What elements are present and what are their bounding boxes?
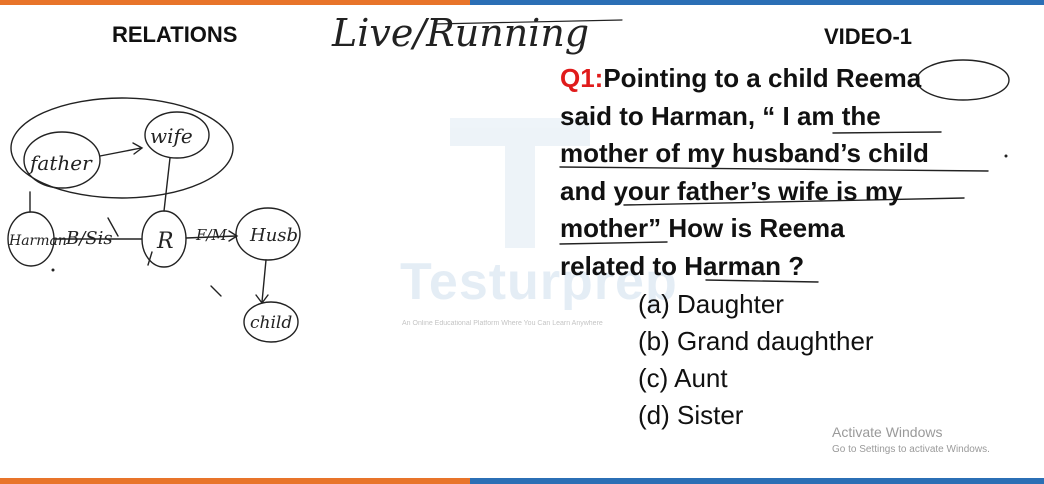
question-text-1: Pointing to a child Reema — [603, 63, 922, 93]
question-line-4: and your father’s wife is my — [560, 175, 903, 206]
question-line-5: mother” How is Reema — [560, 213, 845, 243]
label-harman: Harman — [8, 233, 67, 249]
question-line-3: mother of my husband’s child — [560, 138, 929, 168]
edge-label-bsis: B/Sis — [65, 228, 113, 249]
bottom-bar-blue — [470, 478, 1044, 484]
question-line-2: said to Harman, “ I am the — [560, 100, 881, 131]
question-number: Q1: — [560, 63, 604, 93]
label-father: father — [28, 151, 93, 175]
handwritten-live-running: Live/Running — [331, 11, 589, 55]
question-line-1: Q1:Pointing to a child Reema — [560, 60, 1020, 98]
label-wife: wife — [150, 124, 193, 148]
question-line-6: related to Harman ? — [560, 250, 805, 281]
edge-label-fm: F/M — [195, 226, 227, 244]
parents-group-ellipse — [10, 97, 234, 199]
label-r: R — [156, 229, 174, 254]
activate-windows-notice: Activate Windows Go to Settings to activ… — [832, 424, 990, 455]
activate-windows-subtitle: Go to Settings to activate Windows. — [832, 444, 990, 455]
question-block: Q1:Pointing to a child Reema said to Har… — [560, 60, 1020, 285]
label-husb: Husb — [249, 225, 298, 246]
option-a: (a) Daughter — [638, 289, 784, 319]
option-c: (c) Aunt — [638, 363, 728, 393]
answer-options: (a) Daughter (b) Grand daughther (c) Aun… — [638, 286, 874, 434]
bottom-bar-orange — [0, 478, 470, 484]
bottom-accent-bar — [0, 478, 1044, 484]
label-child: child — [250, 313, 292, 333]
option-b: (b) Grand daughther — [638, 326, 874, 356]
activate-windows-title: Activate Windows — [832, 424, 943, 440]
